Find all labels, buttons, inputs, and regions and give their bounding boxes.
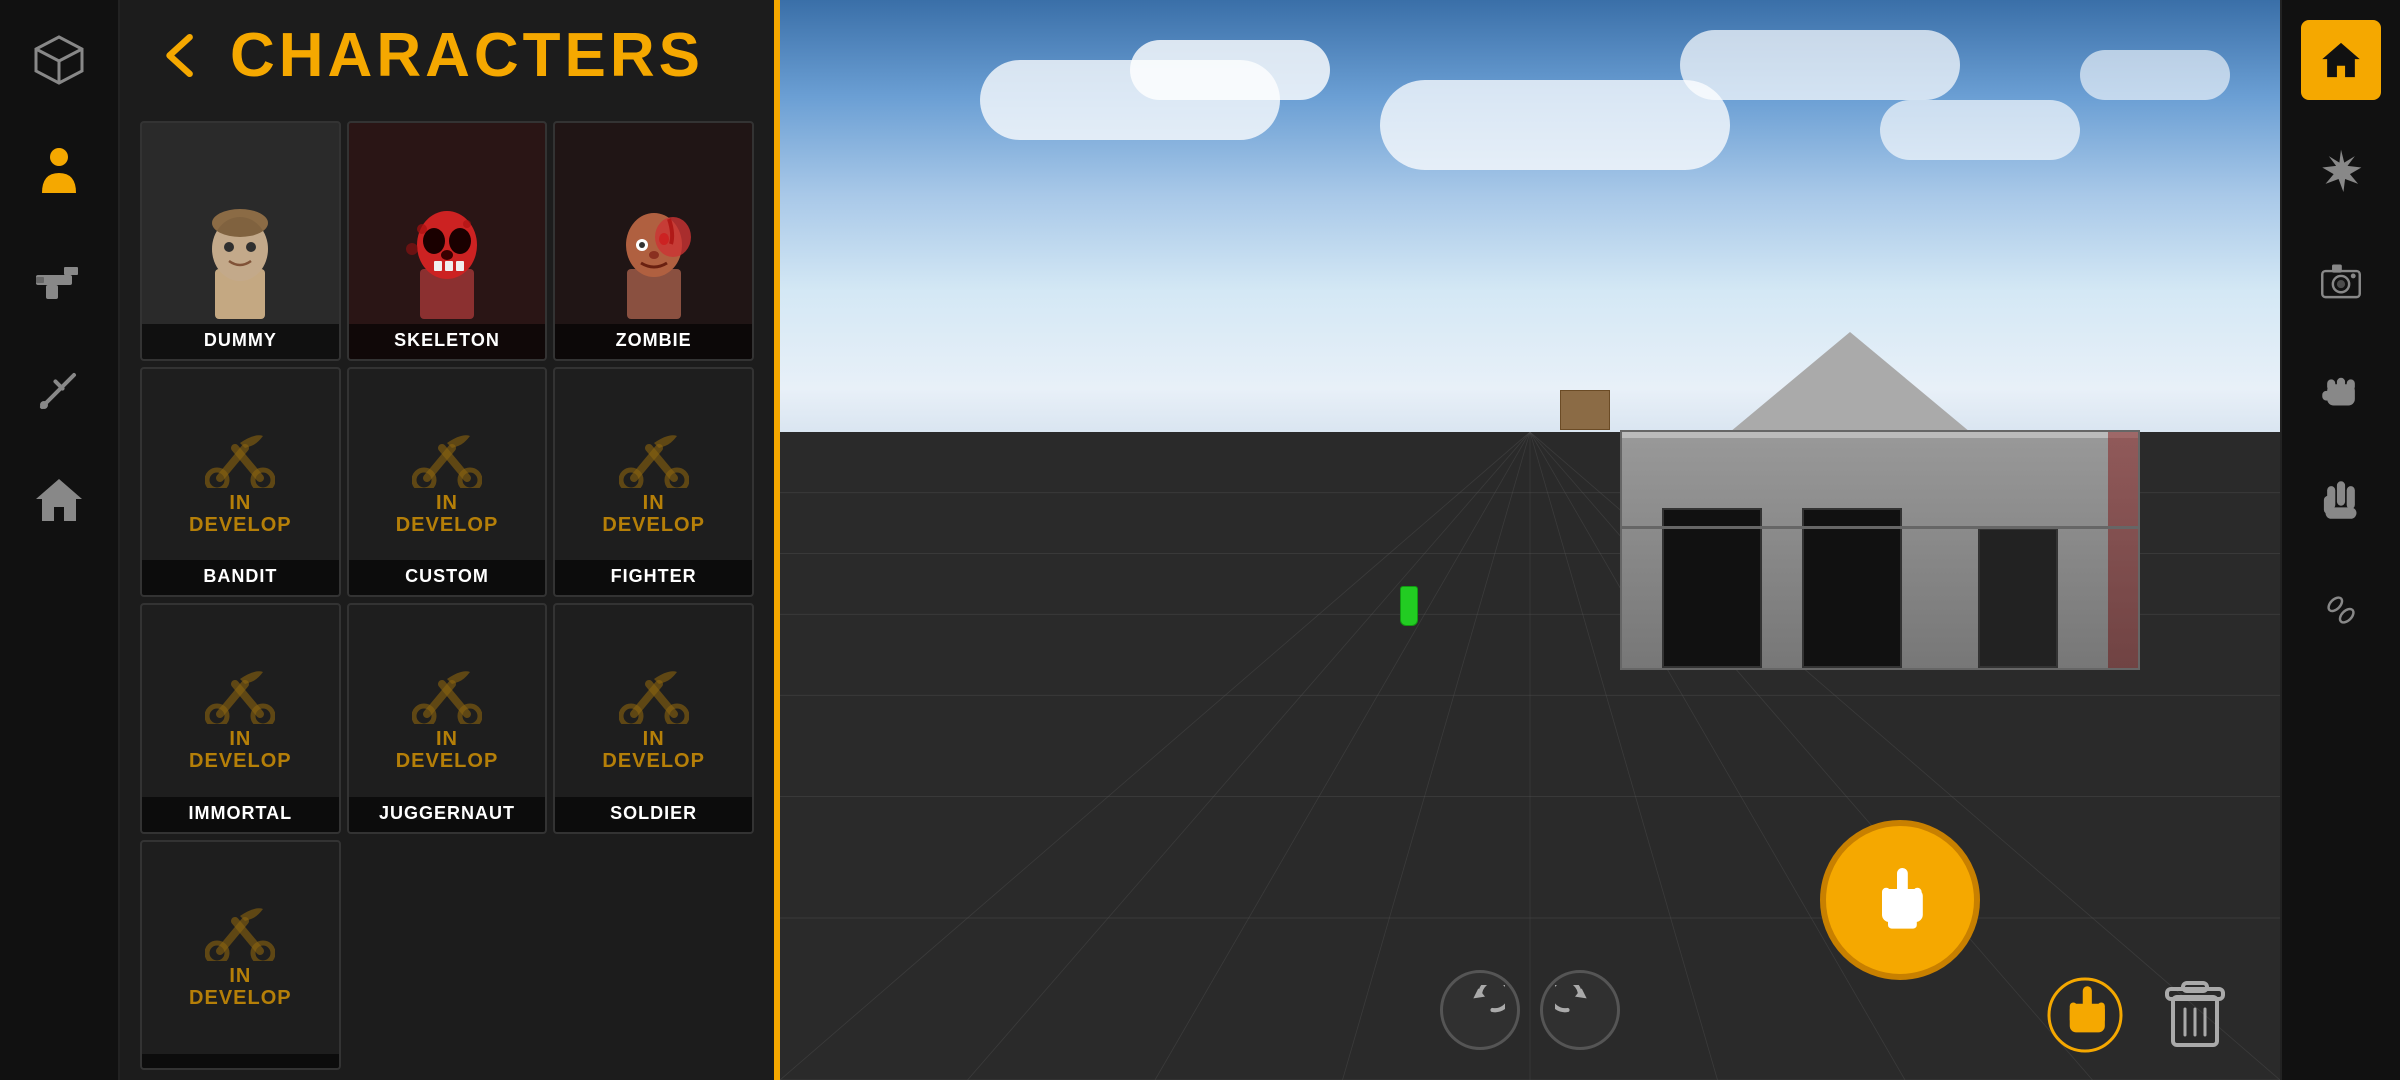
box-icon bbox=[32, 33, 86, 87]
char-card-bandit[interactable]: INDEVELOP BANDIT bbox=[140, 367, 341, 598]
barn-body bbox=[1620, 430, 2140, 670]
cloud-6 bbox=[2080, 50, 2230, 100]
hand-rs-icon bbox=[2319, 478, 2363, 522]
zombie-figure bbox=[599, 199, 709, 319]
fist-icon bbox=[2319, 368, 2363, 412]
rs-item-fist[interactable] bbox=[2301, 350, 2381, 430]
char-card-custom[interactable]: INDEVELOP CUSTOM bbox=[347, 367, 548, 598]
char-card-extra[interactable]: INDEVELOP bbox=[140, 840, 341, 1071]
extra-develop-text: INDEVELOP bbox=[189, 965, 292, 1009]
immortal-develop-text: INDEVELOP bbox=[189, 728, 292, 772]
char-card-soldier[interactable]: INDEVELOP SOLDIER bbox=[553, 603, 754, 834]
sidebar-item-box[interactable] bbox=[19, 20, 99, 100]
wrench-icon-immortal bbox=[205, 664, 275, 724]
character-grid: DUMMY bbox=[120, 111, 774, 1080]
rs-item-chain[interactable] bbox=[2301, 570, 2381, 650]
panel-header: CHARACTERS bbox=[120, 0, 774, 111]
small-hand-icon bbox=[2045, 975, 2125, 1055]
cloud-4 bbox=[1680, 30, 1960, 100]
gun-icon bbox=[32, 253, 86, 307]
wrench-icon-fighter bbox=[619, 428, 689, 488]
sidebar-item-melee[interactable] bbox=[19, 350, 99, 430]
rotate-left-button[interactable] bbox=[1440, 970, 1520, 1050]
left-sidebar bbox=[0, 0, 120, 1080]
bandit-develop-text: INDEVELOP bbox=[189, 492, 292, 536]
extra-develop-overlay: INDEVELOP bbox=[142, 842, 339, 1069]
viewport bbox=[780, 0, 2280, 1080]
small-interact-button[interactable] bbox=[2040, 970, 2130, 1060]
char-card-dummy[interactable]: DUMMY bbox=[140, 121, 341, 361]
zombie-label: ZOMBIE bbox=[555, 324, 752, 359]
char-card-skeleton[interactable]: SKELETON bbox=[347, 121, 548, 361]
home-icon bbox=[32, 473, 86, 527]
bottom-right-controls bbox=[2040, 970, 2240, 1060]
wrench-icon-soldier bbox=[619, 664, 689, 724]
dummy-label: DUMMY bbox=[142, 324, 339, 359]
soldier-develop-overlay: INDEVELOP bbox=[555, 605, 752, 832]
characters-panel: CHARACTERS bbox=[120, 0, 780, 1080]
char-card-juggernaut[interactable]: INDEVELOP JUGGERNAUT bbox=[347, 603, 548, 834]
cloud-2 bbox=[1130, 40, 1330, 100]
immortal-develop-overlay: INDEVELOP bbox=[142, 605, 339, 832]
fighter-develop-text: INDEVELOP bbox=[602, 492, 705, 536]
skeleton-label: SKELETON bbox=[349, 324, 546, 359]
sword-icon bbox=[32, 363, 86, 417]
wrench-icon-extra bbox=[205, 901, 275, 961]
soldier-develop-text: INDEVELOP bbox=[602, 728, 705, 772]
interact-hand-icon bbox=[1850, 850, 1950, 950]
interact-button[interactable] bbox=[1820, 820, 1980, 980]
char-card-immortal[interactable]: INDEVELOP IMMORTAL bbox=[140, 603, 341, 834]
home-rs-icon bbox=[2319, 38, 2363, 82]
sidebar-item-home[interactable] bbox=[19, 460, 99, 540]
delete-button[interactable] bbox=[2150, 970, 2240, 1060]
rotate-right-button[interactable] bbox=[1540, 970, 1620, 1050]
zombie-portrait bbox=[555, 194, 752, 324]
fighter-develop-overlay: INDEVELOP bbox=[555, 369, 752, 596]
barn-door-far-right bbox=[1978, 528, 2058, 668]
cloud-3 bbox=[1380, 80, 1730, 170]
rotation-controls bbox=[1440, 970, 1620, 1050]
dummy-portrait bbox=[142, 194, 339, 324]
explosion-icon bbox=[2319, 148, 2363, 192]
delete-trash-icon bbox=[2155, 975, 2235, 1055]
custom-develop-text: INDEVELOP bbox=[396, 492, 499, 536]
barn-roof-left bbox=[1730, 332, 1970, 432]
juggernaut-develop-overlay: INDEVELOP bbox=[349, 605, 546, 832]
rotate-left-icon bbox=[1455, 985, 1505, 1035]
juggernaut-develop-text: INDEVELOP bbox=[396, 728, 499, 772]
char-card-fighter[interactable]: INDEVELOP FIGHTER bbox=[553, 367, 754, 598]
back-button[interactable] bbox=[150, 26, 210, 86]
wrench-icon-bandit bbox=[205, 428, 275, 488]
debris-box bbox=[1560, 390, 1610, 430]
barn-door-left bbox=[1662, 508, 1762, 668]
sidebar-item-character[interactable] bbox=[19, 130, 99, 210]
barn-structure bbox=[1620, 332, 2140, 670]
person-icon bbox=[32, 143, 86, 197]
rs-item-camera[interactable] bbox=[2301, 240, 2381, 320]
wrench-icon-juggernaut bbox=[412, 664, 482, 724]
dummy-figure bbox=[185, 199, 295, 319]
char-card-zombie[interactable]: ZOMBIE bbox=[553, 121, 754, 361]
rs-item-explosion[interactable] bbox=[2301, 130, 2381, 210]
rotate-right-icon bbox=[1555, 985, 1605, 1035]
camera-icon bbox=[2319, 258, 2363, 302]
green-object bbox=[1400, 586, 1418, 626]
wrench-icon-custom bbox=[412, 428, 482, 488]
bandit-develop-overlay: INDEVELOP bbox=[142, 369, 339, 596]
back-arrow-icon bbox=[153, 28, 208, 83]
sidebar-item-weapons[interactable] bbox=[19, 240, 99, 320]
cloud-5 bbox=[1880, 100, 2080, 160]
custom-develop-overlay: INDEVELOP bbox=[349, 369, 546, 596]
skeleton-figure bbox=[392, 199, 502, 319]
rs-item-home[interactable] bbox=[2301, 20, 2381, 100]
right-sidebar bbox=[2280, 0, 2400, 1080]
rs-item-hand[interactable] bbox=[2301, 460, 2381, 540]
panel-title: CHARACTERS bbox=[230, 20, 704, 91]
barn-door-right bbox=[1802, 508, 1902, 668]
skeleton-portrait bbox=[349, 194, 546, 324]
chain-icon bbox=[2319, 588, 2363, 632]
